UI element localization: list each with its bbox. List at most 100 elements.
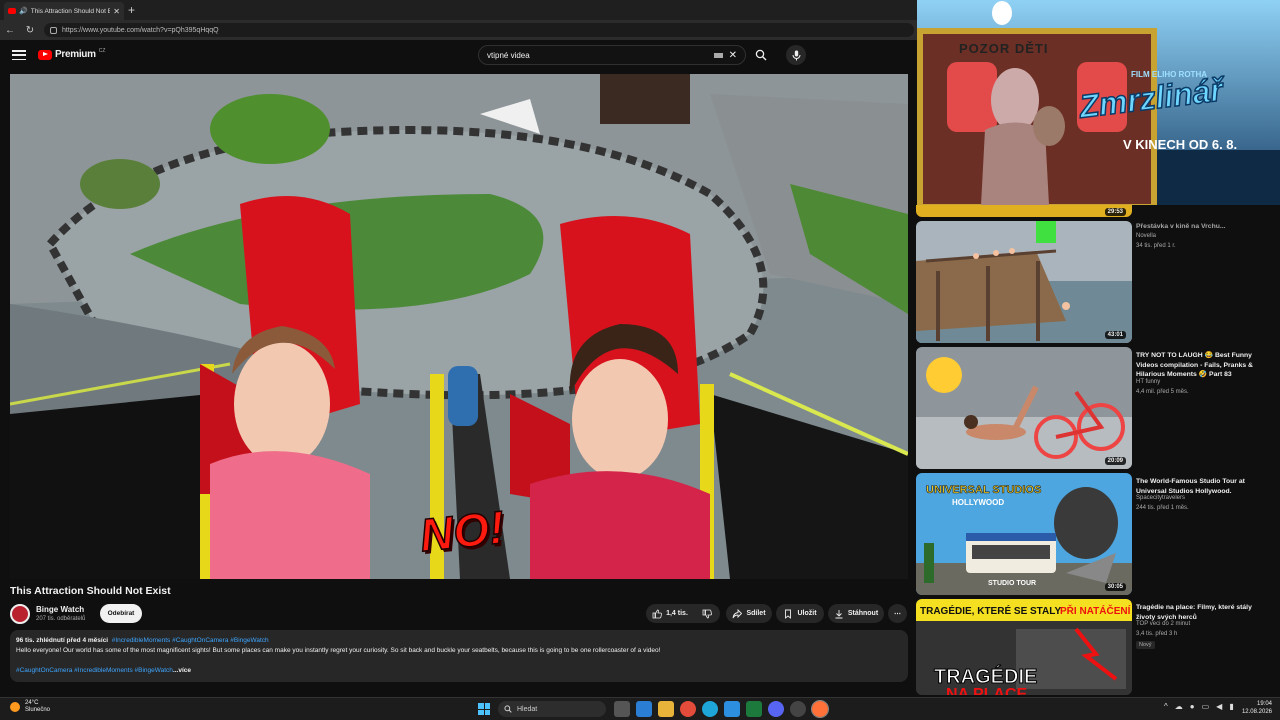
thumb-hollywood-text: HOLLYWOOD <box>952 498 1004 507</box>
recommendation-views: 244 tis. před 1 měs. <box>1136 505 1189 511</box>
recommendation-title: The World-Famous Studio Tour at Universa… <box>1136 478 1245 495</box>
recommendation-channel[interactable]: TOP veci do 2 minut <box>1136 621 1190 627</box>
description-tags[interactable]: #CaughtOnCamera #IncredibleMoments #Bing… <box>16 667 173 674</box>
speaker-icon[interactable]: 🔊 <box>19 7 28 15</box>
search-value: vtipné videa <box>487 50 530 60</box>
recommendation-thumbnail: 29:53 <box>916 205 1132 217</box>
url-text: https://www.youtube.com/watch?v=pQh395qH… <box>62 26 219 34</box>
subscribe-button[interactable]: Odebírat <box>100 604 142 623</box>
video-player[interactable]: NO! <box>10 74 908 579</box>
settings-icon[interactable] <box>790 701 806 717</box>
show-more-link[interactable]: ...více <box>173 667 191 674</box>
mail-icon[interactable] <box>636 701 652 717</box>
movie-ad-banner[interactable]: POZOR DĚTI FILM ELIHO ROTHA Zmrzlinář V … <box>917 0 1280 205</box>
clock-time: 19:04 <box>1256 701 1272 707</box>
browser-tab[interactable]: 🔊 This Attraction Should Not Exist ✕ <box>4 2 124 20</box>
clock-date: 12.08.2026 <box>1241 709 1272 715</box>
video-overlay-text: NO! <box>417 500 508 562</box>
keyboard-icon[interactable] <box>713 52 723 58</box>
weather-widget[interactable]: 24°C Slunečno <box>10 700 50 714</box>
thumbs-down-icon <box>702 609 712 618</box>
taskbar-apps <box>614 700 829 718</box>
browser-nav-bar: ← ↻ https://www.youtube.com/watch?v=pQh3… <box>0 20 918 40</box>
close-tab-icon[interactable]: ✕ <box>113 7 120 16</box>
description-box[interactable]: 96 tis. zhlédnutí před 4 měsíci #Incredi… <box>10 630 908 682</box>
recommendation-views: 4,4 mil. před 5 měs. <box>1136 389 1189 395</box>
youtube-header: Premium CZ vtipné videa ✕ <box>0 40 918 72</box>
share-button[interactable]: Sdílet <box>726 604 772 623</box>
subscriber-count: 207 tis. odběratelů <box>36 616 86 622</box>
thumbs-up-icon <box>652 609 663 618</box>
edge-icon[interactable] <box>702 701 718 717</box>
microphone-icon <box>792 50 800 60</box>
youtube-logo[interactable]: Premium CZ <box>38 47 106 60</box>
thumb-tragedie-big-text: TRAGÉDIE <box>934 665 1037 688</box>
lock-icon <box>50 26 57 34</box>
battery-icon[interactable]: ▮ <box>1229 702 1233 711</box>
mic-tray-icon[interactable]: ● <box>1190 702 1195 711</box>
more-actions-icon: ⋯ <box>894 610 901 618</box>
video-duration: 30:05 <box>1104 583 1126 591</box>
video-duration: 29:53 <box>1104 208 1126 216</box>
weather-condition: Slunečno <box>25 707 51 713</box>
youtube-favicon-icon <box>8 8 16 14</box>
ad-release-date: V KINECH OD 6. 8. <box>1123 137 1238 152</box>
taskbar: 24°C Slunečno Hledat ^ ☁ ● ▭ ◀ ▮ 19:04 12… <box>0 697 1280 720</box>
taskbar-search-label: Hledat <box>517 705 538 713</box>
channel-avatar[interactable] <box>10 604 30 624</box>
like-button[interactable]: 1,4 tis. <box>646 604 694 623</box>
recommendation-title: TRY NOT TO LAUGH 😂 Best Funny Videos com… <box>1136 352 1253 378</box>
display-icon[interactable]: ▭ <box>1202 702 1210 711</box>
back-icon[interactable]: ← <box>4 25 16 36</box>
recommendation-card[interactable]: TRAGÉDIE, KTERÉ SE STALY PŘI NATÁČENÍ TR… <box>916 599 1276 695</box>
download-icon <box>835 609 843 618</box>
reload-icon[interactable]: ↻ <box>24 25 36 36</box>
video-duration: 20:09 <box>1104 457 1126 465</box>
description-text: Hello everyone! Our world has some of th… <box>16 647 661 654</box>
recommendation-channel[interactable]: Spacecitytravelers <box>1136 495 1185 501</box>
share-label: Sdílet <box>746 610 766 617</box>
recommendation-title: Tragédie na place: Filmy, které stály ži… <box>1136 604 1252 621</box>
more-actions-button[interactable]: ⋯ <box>888 604 907 623</box>
logo-country: CZ <box>98 47 106 54</box>
recommendation-card[interactable]: UNIVERSAL STUDIOS HOLLYWOOD STUDIO TOUR … <box>916 473 1276 595</box>
chrome-icon[interactable] <box>680 701 696 717</box>
file-explorer-icon[interactable] <box>658 701 674 717</box>
recommendation-views: 3,4 tis. před 3 h <box>1136 631 1178 637</box>
start-button[interactable] <box>478 703 490 715</box>
firefox-icon[interactable] <box>811 700 829 718</box>
dislike-button[interactable] <box>694 604 720 623</box>
recommendation-thumbnail: 20:09 <box>916 347 1132 469</box>
task-view-icon[interactable] <box>614 701 630 717</box>
search-input[interactable]: vtipné videa ✕ <box>478 45 746 65</box>
download-button[interactable]: Stáhnout <box>828 604 884 623</box>
clock[interactable]: 19:04 12.08.2026 <box>1240 700 1272 716</box>
voice-search-button[interactable] <box>786 45 806 65</box>
weather-temp: 24°C <box>25 700 39 706</box>
discord-icon[interactable] <box>768 701 784 717</box>
channel-name[interactable]: Binge Watch <box>36 605 84 614</box>
new-tab-button[interactable]: + <box>128 3 135 17</box>
youtube-play-icon <box>38 49 52 60</box>
cloud-icon[interactable]: ☁ <box>1175 702 1183 711</box>
description-meta-tags[interactable]: #IncredibleMoments #CaughtOnCamera #Bing… <box>112 637 269 644</box>
volume-icon[interactable]: ◀ <box>1216 702 1222 711</box>
recommendation-card[interactable]: 20:09 TRY NOT TO LAUGH 😂 Best Funny Vide… <box>916 347 1276 469</box>
browser-tab-bar: 🔊 This Attraction Should Not Exist ✕ + <box>0 0 918 20</box>
recommendation-card[interactable]: 43:01 <box>916 221 1276 343</box>
new-badge: Nový <box>1136 641 1155 649</box>
like-count: 1,4 tis. <box>666 610 688 617</box>
recommendation-thumbnail: UNIVERSAL STUDIOS HOLLYWOOD STUDIO TOUR … <box>916 473 1132 595</box>
search-button[interactable] <box>750 45 772 65</box>
excel-icon[interactable] <box>746 701 762 717</box>
ad-sign-text: POZOR DĚTI <box>959 41 1049 56</box>
address-bar[interactable]: https://www.youtube.com/watch?v=pQh395qH… <box>44 23 914 37</box>
menu-icon[interactable] <box>12 48 26 62</box>
recommendation-channel[interactable]: HT funny <box>1136 379 1160 385</box>
save-button[interactable]: Uložit <box>776 604 824 623</box>
sidebar-scrollbar[interactable] <box>1272 207 1278 687</box>
tray-chevron-icon[interactable]: ^ <box>1164 702 1168 711</box>
clear-search-icon[interactable]: ✕ <box>729 50 737 61</box>
store-icon[interactable] <box>724 701 740 717</box>
taskbar-search[interactable]: Hledat <box>498 701 606 717</box>
